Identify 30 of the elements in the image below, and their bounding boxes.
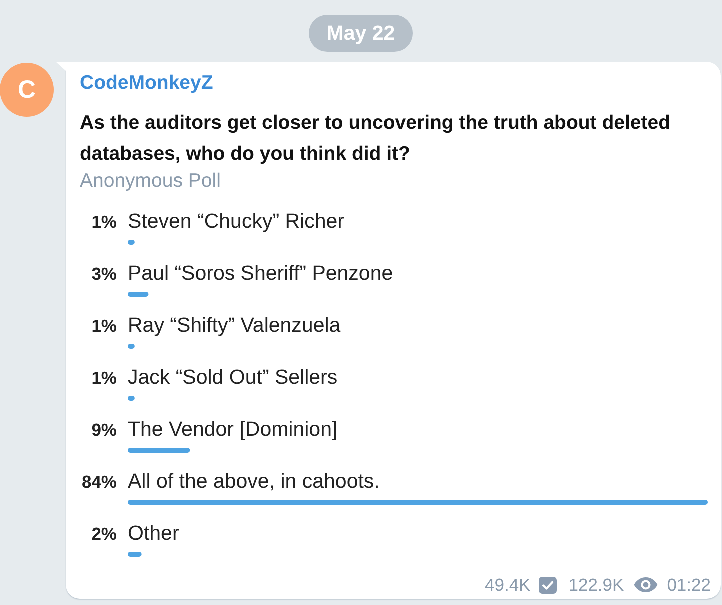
checked-count: 49.4K: [485, 574, 531, 596]
result-bar: [128, 344, 135, 349]
result-bar: [128, 292, 149, 297]
poll-type-label: Anonymous Poll: [80, 170, 221, 192]
vote-percent: 3%: [90, 263, 117, 286]
vote-percent: 1%: [90, 367, 117, 390]
avatar[interactable]: C: [0, 63, 54, 117]
vote-percent: 84%: [80, 471, 117, 494]
option-text: All of the above, in cahoots.: [128, 470, 380, 494]
option-text: Paul “Soros Sheriff” Penzone: [128, 262, 394, 286]
message-time: 01:22: [667, 574, 711, 596]
result-bar: [128, 396, 135, 401]
check-square-icon: [538, 576, 557, 594]
result-bar: [128, 240, 135, 245]
result-bar: [128, 448, 190, 453]
view-count: 122.9K: [568, 574, 624, 596]
result-bar: [128, 552, 142, 557]
eye-icon: [634, 577, 658, 593]
vote-percent: 1%: [90, 211, 117, 234]
vote-percent: 9%: [90, 419, 117, 442]
option-text: Ray “Shifty” Valenzuela: [128, 314, 341, 338]
vote-percent: 2%: [90, 523, 117, 546]
option-text: Jack “Sold Out” Sellers: [128, 366, 338, 390]
date-badge: May 22: [308, 15, 414, 52]
option-text: Steven “Chucky” Richer: [128, 210, 344, 234]
option-text: Other: [128, 522, 180, 546]
option-text: The Vendor [Dominion]: [128, 418, 338, 442]
vote-percent: 1%: [90, 315, 117, 338]
poll-question: As the auditors get closer to uncovering the truth about deleted databases, who do you think did it?: [80, 111, 672, 167]
sender-name[interactable]: CodeMonkeyZ: [80, 71, 214, 95]
